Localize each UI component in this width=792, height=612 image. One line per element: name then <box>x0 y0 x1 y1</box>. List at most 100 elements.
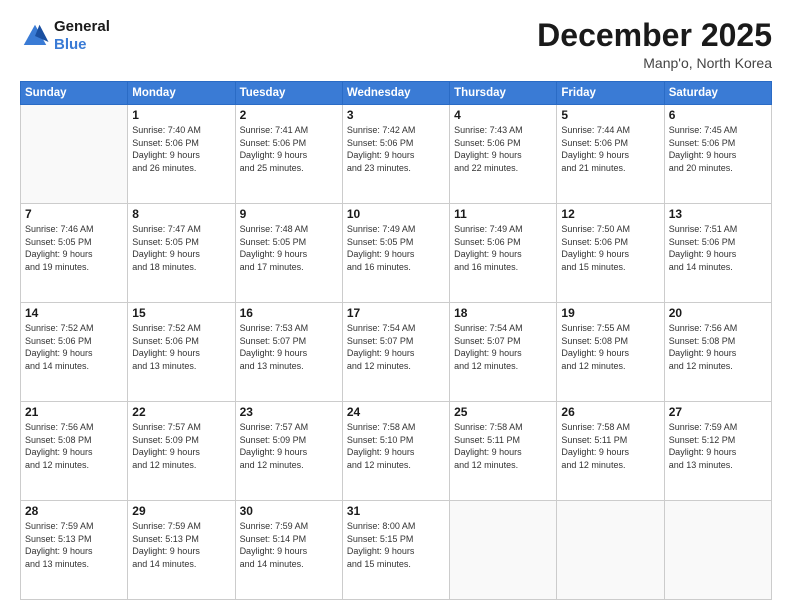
day-info: Sunrise: 7:49 AMSunset: 5:06 PMDaylight:… <box>454 223 552 273</box>
table-row: 14 Sunrise: 7:52 AMSunset: 5:06 PMDayligh… <box>21 303 128 402</box>
table-row: 20Sunrise: 7:56 AMSunset: 5:08 PMDayligh… <box>664 303 771 402</box>
day-number: 11 <box>454 207 552 221</box>
day-number: 17 <box>347 306 445 320</box>
day-info: Sunrise: 7:54 AMSunset: 5:07 PMDaylight:… <box>347 322 445 372</box>
day-number: 16 <box>240 306 338 320</box>
day-info: Sunrise: 7:53 AMSunset: 5:07 PMDaylight:… <box>240 322 338 372</box>
day-number: 25 <box>454 405 552 419</box>
table-row: 29 Sunrise: 7:59 AMSunset: 5:13 PMDayligh… <box>128 501 235 600</box>
logo-blue: Blue <box>54 36 87 53</box>
day-number: 27 <box>669 405 767 419</box>
day-number: 2 <box>240 108 338 122</box>
header-wednesday: Wednesday <box>342 82 449 105</box>
day-number: 14 <box>25 306 123 320</box>
table-row <box>450 501 557 600</box>
table-row: 19Sunrise: 7:55 AMSunset: 5:08 PMDayligh… <box>557 303 664 402</box>
day-info: Sunrise: 7:40 AMSunset: 5:06 PMDaylight:… <box>132 124 230 174</box>
table-row: 22 Sunrise: 7:57 AMSunset: 5:09 PMDayligh… <box>128 402 235 501</box>
table-row: 31 Sunrise: 8:00 AMSunset: 5:15 PMDayligh… <box>342 501 449 600</box>
page: General Blue December 2025 Manp'o, North… <box>0 0 792 612</box>
table-row: 5 Sunrise: 7:44 AMSunset: 5:06 PMDaylight… <box>557 105 664 204</box>
table-row: 10 Sunrise: 7:49 AMSunset: 5:05 PMDayligh… <box>342 204 449 303</box>
day-number: 21 <box>25 405 123 419</box>
table-row: 4 Sunrise: 7:43 AMSunset: 5:06 PMDaylight… <box>450 105 557 204</box>
day-number: 24 <box>347 405 445 419</box>
day-info: Sunrise: 7:57 AMSunset: 5:09 PMDaylight:… <box>132 421 230 471</box>
logo-text: General Blue <box>54 18 110 54</box>
day-info: Sunrise: 7:41 AMSunset: 5:06 PMDaylight:… <box>240 124 338 174</box>
day-info: Sunrise: 7:47 AMSunset: 5:05 PMDaylight:… <box>132 223 230 273</box>
day-info: Sunrise: 7:52 AMSunset: 5:06 PMDaylight:… <box>25 322 123 372</box>
table-row: 23 Sunrise: 7:57 AMSunset: 5:09 PMDayligh… <box>235 402 342 501</box>
table-row: 26 Sunrise: 7:58 AMSunset: 5:11 PMDayligh… <box>557 402 664 501</box>
day-info: Sunrise: 7:56 AMSunset: 5:08 PMDaylight:… <box>25 421 123 471</box>
day-number: 15 <box>132 306 230 320</box>
table-row: 8Sunrise: 7:47 AMSunset: 5:05 PMDaylight… <box>128 204 235 303</box>
day-number: 18 <box>454 306 552 320</box>
day-info: Sunrise: 7:48 AMSunset: 5:05 PMDaylight:… <box>240 223 338 273</box>
table-row: 13 Sunrise: 7:51 AMSunset: 5:06 PMDayligh… <box>664 204 771 303</box>
day-number: 19 <box>561 306 659 320</box>
logo-icon <box>20 21 50 51</box>
day-number: 1 <box>132 108 230 122</box>
day-info: Sunrise: 7:54 AMSunset: 5:07 PMDaylight:… <box>454 322 552 372</box>
day-info: Sunrise: 7:45 AMSunset: 5:06 PMDaylight:… <box>669 124 767 174</box>
day-number: 13 <box>669 207 767 221</box>
logo-general: General <box>54 18 110 36</box>
header-saturday: Saturday <box>664 82 771 105</box>
day-info: Sunrise: 7:46 AMSunset: 5:05 PMDaylight:… <box>25 223 123 273</box>
day-number: 3 <box>347 108 445 122</box>
day-number: 26 <box>561 405 659 419</box>
day-info: Sunrise: 7:57 AMSunset: 5:09 PMDaylight:… <box>240 421 338 471</box>
table-row: 28 Sunrise: 7:59 AMSunset: 5:13 PMDayligh… <box>21 501 128 600</box>
day-info: Sunrise: 7:59 AMSunset: 5:12 PMDaylight:… <box>669 421 767 471</box>
day-number: 4 <box>454 108 552 122</box>
table-row <box>557 501 664 600</box>
header-friday: Friday <box>557 82 664 105</box>
table-row: 25 Sunrise: 7:58 AMSunset: 5:11 PMDayligh… <box>450 402 557 501</box>
day-number: 9 <box>240 207 338 221</box>
title-block: December 2025 Manp'o, North Korea <box>537 18 772 71</box>
day-info: Sunrise: 7:51 AMSunset: 5:06 PMDaylight:… <box>669 223 767 273</box>
table-row: 2 Sunrise: 7:41 AMSunset: 5:06 PMDaylight… <box>235 105 342 204</box>
day-number: 30 <box>240 504 338 518</box>
day-number: 20 <box>669 306 767 320</box>
day-number: 31 <box>347 504 445 518</box>
table-row: 15Sunrise: 7:52 AMSunset: 5:06 PMDayligh… <box>128 303 235 402</box>
table-row <box>664 501 771 600</box>
day-number: 12 <box>561 207 659 221</box>
table-row <box>21 105 128 204</box>
day-number: 29 <box>132 504 230 518</box>
table-row: 6Sunrise: 7:45 AMSunset: 5:06 PMDaylight… <box>664 105 771 204</box>
header-monday: Monday <box>128 82 235 105</box>
day-info: Sunrise: 7:59 AMSunset: 5:14 PMDaylight:… <box>240 520 338 570</box>
calendar-week-4: 21 Sunrise: 7:56 AMSunset: 5:08 PMDayligh… <box>21 402 772 501</box>
table-row: 24 Sunrise: 7:58 AMSunset: 5:10 PMDayligh… <box>342 402 449 501</box>
day-info: Sunrise: 7:58 AMSunset: 5:10 PMDaylight:… <box>347 421 445 471</box>
calendar-week-1: 1 Sunrise: 7:40 AMSunset: 5:06 PMDaylight… <box>21 105 772 204</box>
day-number: 22 <box>132 405 230 419</box>
table-row: 30 Sunrise: 7:59 AMSunset: 5:14 PMDayligh… <box>235 501 342 600</box>
day-info: Sunrise: 7:43 AMSunset: 5:06 PMDaylight:… <box>454 124 552 174</box>
table-row: 21 Sunrise: 7:56 AMSunset: 5:08 PMDayligh… <box>21 402 128 501</box>
day-info: Sunrise: 7:59 AMSunset: 5:13 PMDaylight:… <box>132 520 230 570</box>
day-number: 5 <box>561 108 659 122</box>
day-number: 28 <box>25 504 123 518</box>
table-row: 7Sunrise: 7:46 AMSunset: 5:05 PMDaylight… <box>21 204 128 303</box>
calendar-week-5: 28 Sunrise: 7:59 AMSunset: 5:13 PMDayligh… <box>21 501 772 600</box>
day-info: Sunrise: 7:50 AMSunset: 5:06 PMDaylight:… <box>561 223 659 273</box>
day-info: Sunrise: 7:58 AMSunset: 5:11 PMDaylight:… <box>454 421 552 471</box>
day-info: Sunrise: 7:58 AMSunset: 5:11 PMDaylight:… <box>561 421 659 471</box>
table-row: 16 Sunrise: 7:53 AMSunset: 5:07 PMDayligh… <box>235 303 342 402</box>
table-row: 3Sunrise: 7:42 AMSunset: 5:06 PMDaylight… <box>342 105 449 204</box>
day-number: 10 <box>347 207 445 221</box>
day-info: Sunrise: 8:00 AMSunset: 5:15 PMDaylight:… <box>347 520 445 570</box>
day-info: Sunrise: 7:44 AMSunset: 5:06 PMDaylight:… <box>561 124 659 174</box>
day-info: Sunrise: 7:59 AMSunset: 5:13 PMDaylight:… <box>25 520 123 570</box>
table-row: 9 Sunrise: 7:48 AMSunset: 5:05 PMDaylight… <box>235 204 342 303</box>
day-number: 23 <box>240 405 338 419</box>
calendar-table: Sunday Monday Tuesday Wednesday Thursday… <box>20 81 772 600</box>
table-row: 12 Sunrise: 7:50 AMSunset: 5:06 PMDayligh… <box>557 204 664 303</box>
day-info: Sunrise: 7:49 AMSunset: 5:05 PMDaylight:… <box>347 223 445 273</box>
table-row: 27 Sunrise: 7:59 AMSunset: 5:12 PMDayligh… <box>664 402 771 501</box>
